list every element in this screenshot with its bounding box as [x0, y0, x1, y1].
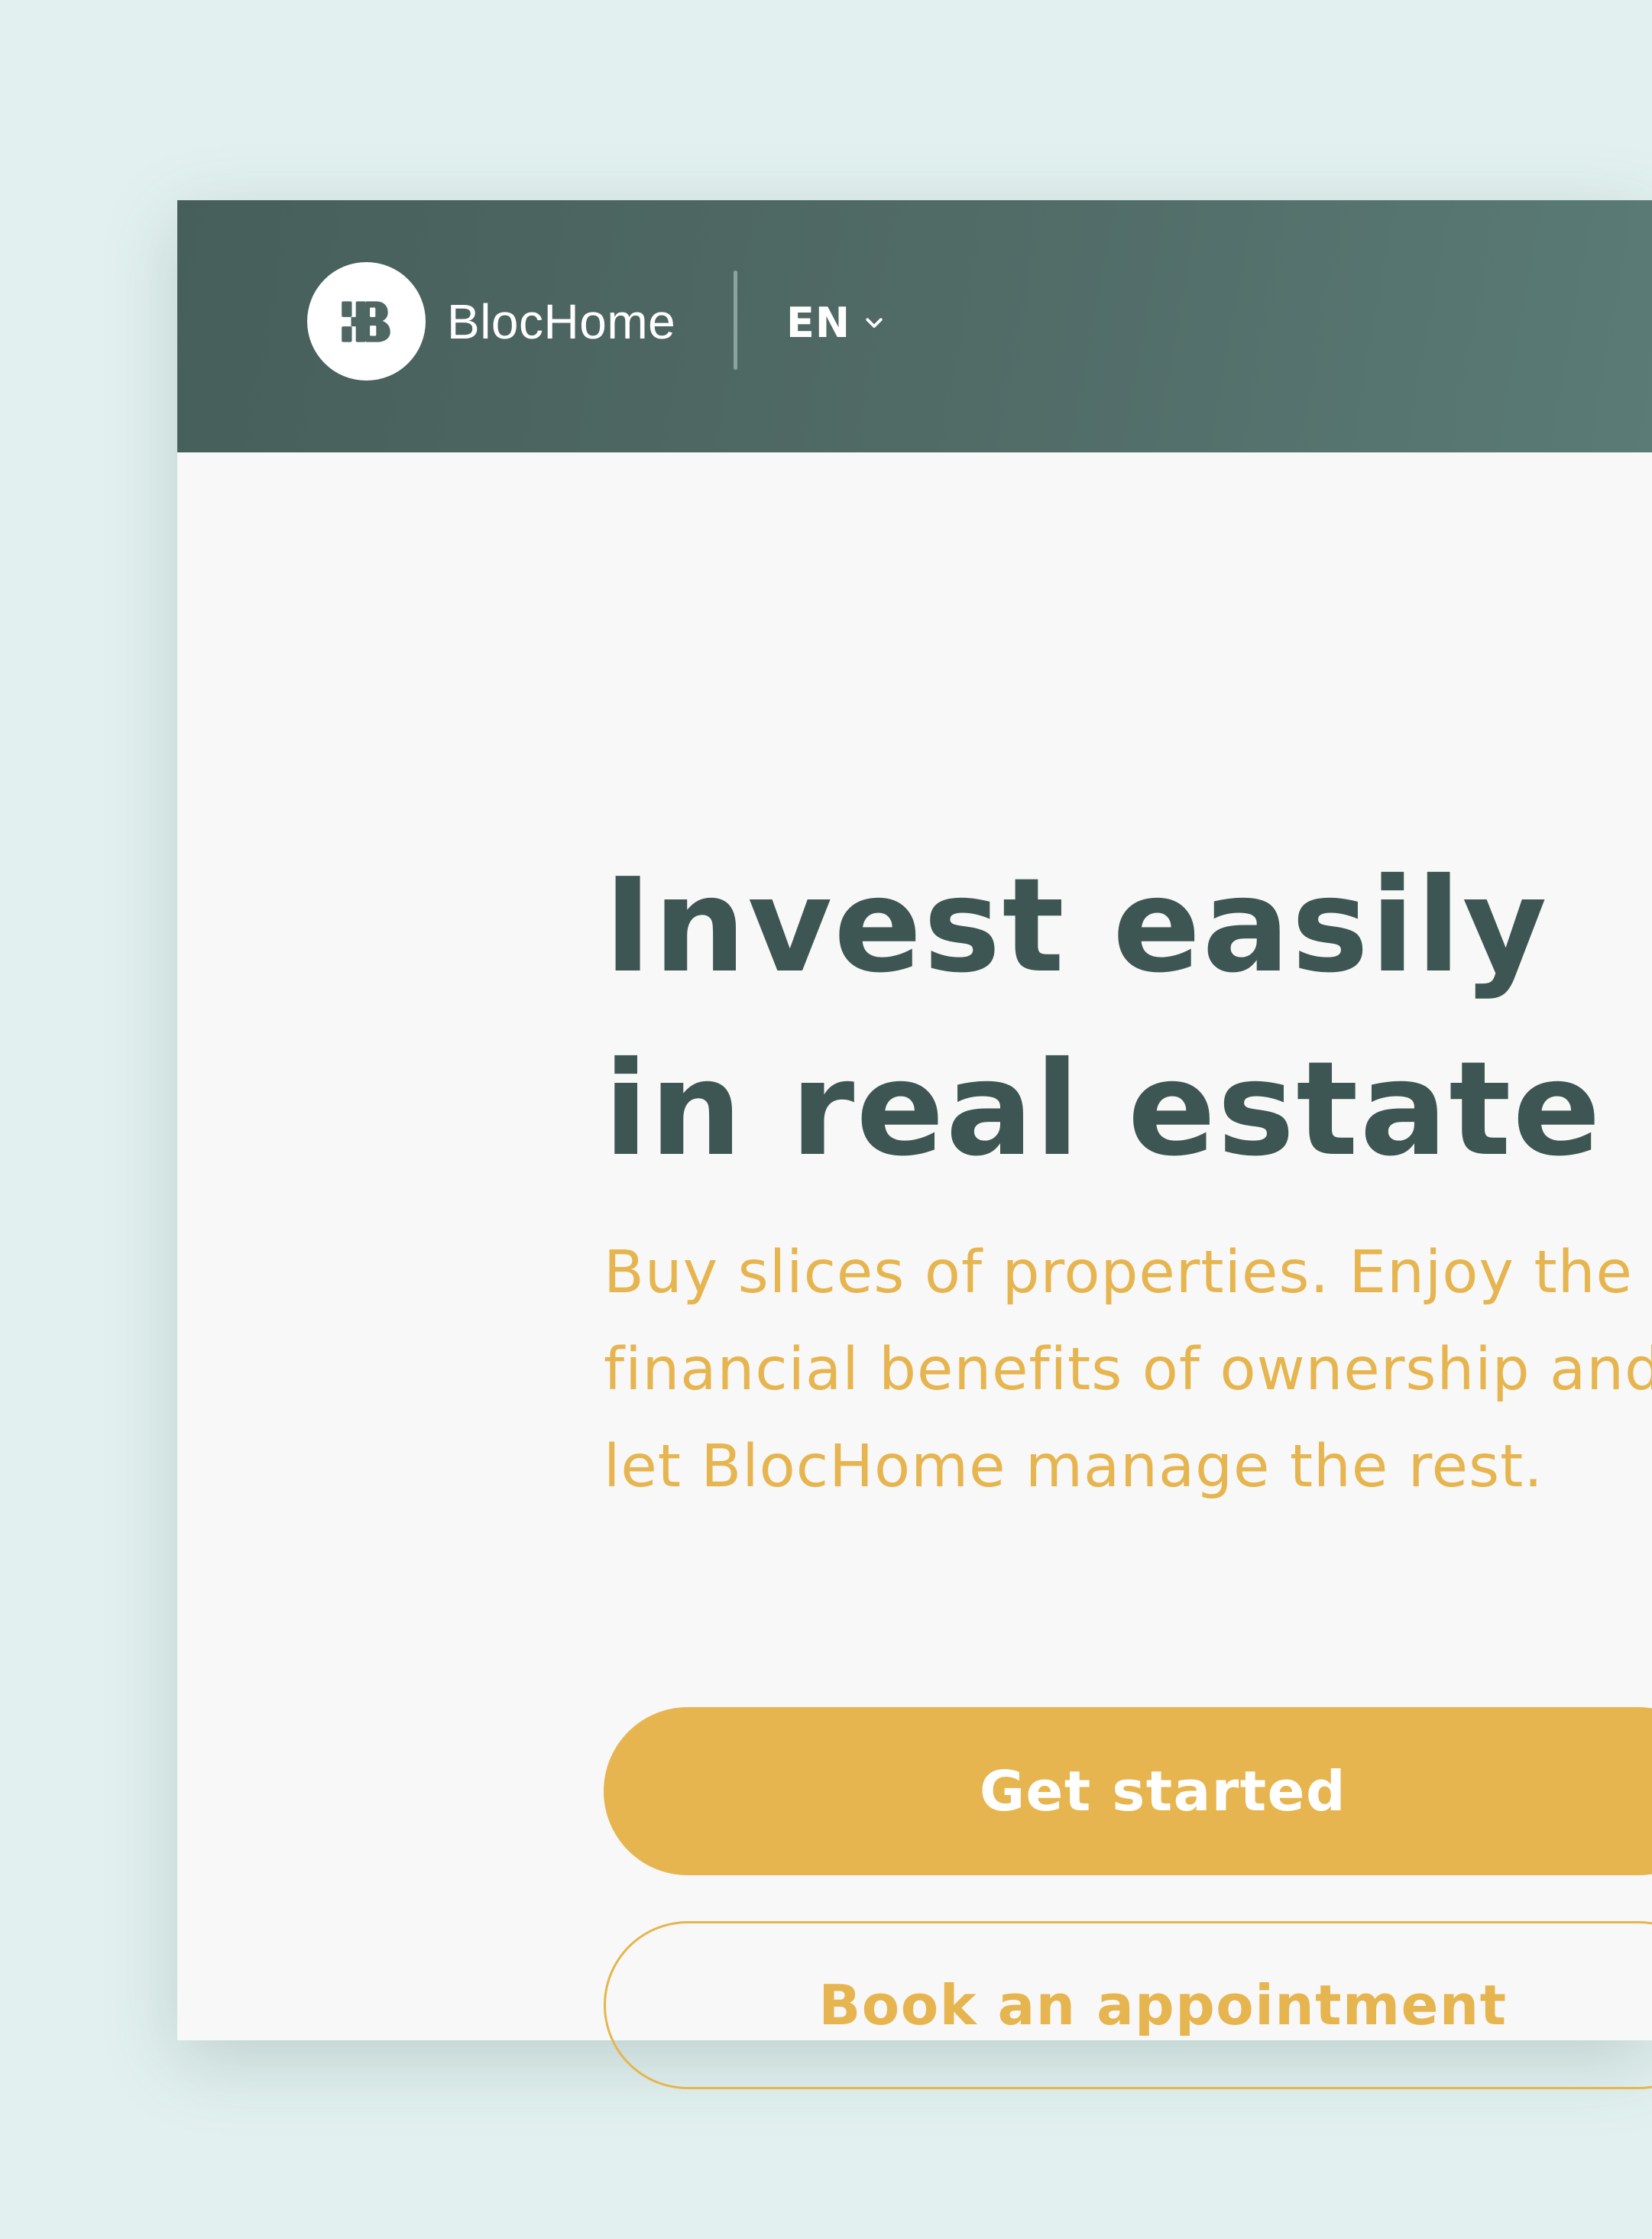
language-label: EN [786, 298, 851, 347]
hero-headline-line-2: in real estate [604, 1034, 1602, 1185]
book-appointment-button[interactable]: Book an appointment [604, 1921, 1652, 2089]
blochome-logo-icon [307, 262, 426, 381]
hero-headline-line-1: Invest easily [604, 851, 1549, 1002]
top-navigation-bar: BlocHome EN [177, 200, 1652, 452]
hero-subtext: Buy slices of properties. Enjoy the fina… [604, 1239, 1652, 1501]
landing-card: BlocHome EN Invest easily in real estate… [177, 200, 1652, 2089]
header-divider [734, 271, 737, 370]
brand-name: BlocHome [447, 293, 676, 349]
chevron-down-icon [863, 311, 886, 334]
language-selector[interactable]: EN [786, 290, 886, 355]
get-started-button[interactable]: Get started [604, 1707, 1652, 1875]
brand-logo-link[interactable]: BlocHome [307, 262, 675, 381]
hero-headline: Invest easily in real estate [604, 834, 1602, 1201]
